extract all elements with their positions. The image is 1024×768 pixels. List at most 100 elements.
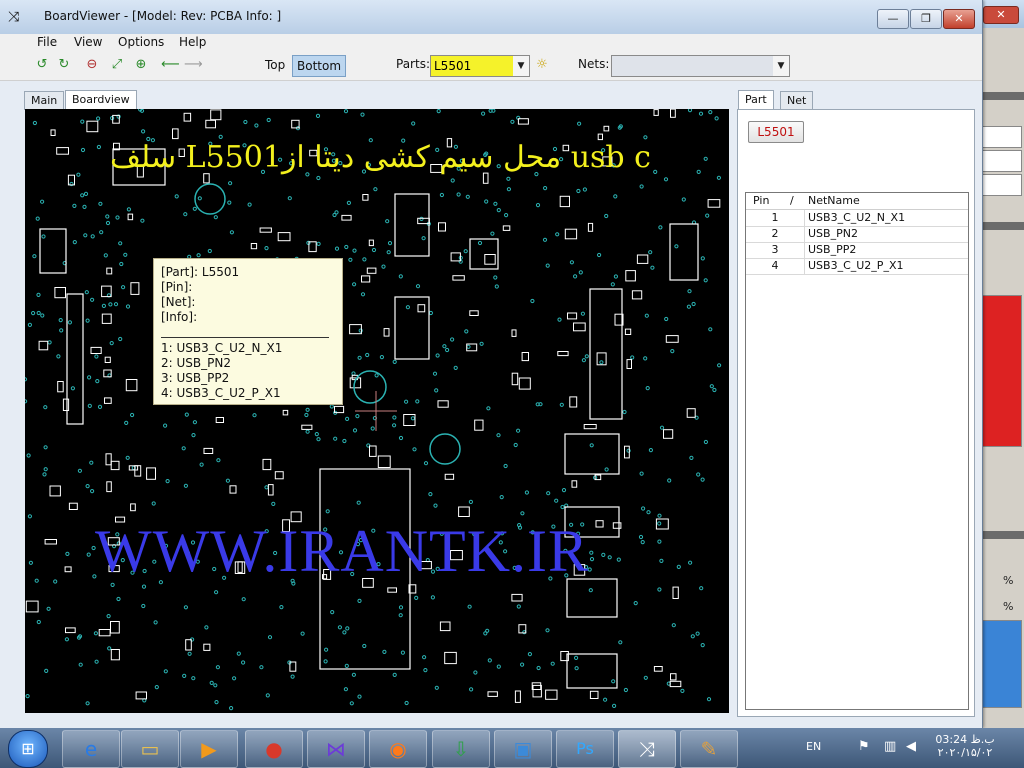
lightbulb-icon[interactable]: ☼ <box>534 57 550 73</box>
smd-component <box>104 397 112 404</box>
top-side-button[interactable]: Top <box>261 55 289 75</box>
tab-net[interactable]: Net <box>780 91 814 110</box>
panel-field[interactable] <box>979 126 1022 148</box>
smd-component <box>250 243 258 250</box>
via-pad <box>140 218 145 223</box>
via-pad <box>43 405 48 410</box>
via-pad <box>611 679 616 684</box>
via-pad <box>687 109 693 113</box>
maximize-button[interactable]: ❐ <box>910 9 942 29</box>
start-button[interactable]: ⊞ <box>8 730 48 768</box>
tab-boardview[interactable]: Boardview <box>65 90 137 110</box>
nets-combobox[interactable]: ▼ <box>611 55 790 77</box>
file-explorer-icon[interactable]: ▭ <box>121 730 179 768</box>
panel-field[interactable] <box>979 174 1022 196</box>
internet-explorer-icon[interactable]: e <box>62 730 120 768</box>
bottom-side-button[interactable]: Bottom <box>292 55 347 77</box>
flag-icon[interactable]: ⚑ <box>858 739 870 754</box>
media-player-icon[interactable]: ▶ <box>180 730 238 768</box>
table-row[interactable]: 3 USB_PP2 <box>746 242 968 259</box>
menu-file[interactable]: File <box>37 34 57 50</box>
paint-icon[interactable]: ✎ <box>680 730 738 768</box>
via-pad <box>96 144 102 150</box>
via-pad <box>516 428 521 433</box>
arrow-left-icon[interactable]: ⟵ <box>161 57 180 73</box>
smd-component <box>597 133 604 141</box>
boardviewer-task-icon[interactable]: ⤨ <box>618 730 676 768</box>
tab-part[interactable]: Part <box>738 90 774 110</box>
via-pad <box>192 420 197 425</box>
via-pad <box>415 399 420 404</box>
zoom-percent-2: % <box>1003 600 1014 613</box>
via-pad <box>503 463 508 469</box>
annotation-text: سلف L5501محل سیم کشی دیتا از usb c <box>110 140 651 175</box>
minimize-button[interactable]: — <box>877 9 909 29</box>
pcb-drawing[interactable] <box>25 109 729 713</box>
via-pad <box>357 355 362 360</box>
via-pad <box>576 188 581 194</box>
panel-field[interactable] <box>979 150 1022 172</box>
network-icon[interactable]: ▥ <box>884 739 896 754</box>
via-pad <box>95 379 100 384</box>
chevron-down-icon[interactable]: ▼ <box>513 56 529 76</box>
via-pad <box>87 403 92 408</box>
zoom-in-icon[interactable]: ⊕ <box>133 57 149 73</box>
menu-help[interactable]: Help <box>179 34 206 50</box>
via-pad <box>113 302 119 307</box>
close-button[interactable]: ✕ <box>943 9 975 29</box>
via-pad <box>530 298 535 304</box>
via-pad <box>467 604 472 609</box>
fit-screen-icon[interactable]: ⤢ <box>109 57 125 73</box>
via-pad <box>287 660 292 665</box>
via-pad <box>123 252 128 257</box>
via-pad <box>434 388 439 393</box>
table-row[interactable]: 2 USB_PN2 <box>746 226 968 243</box>
via-pad <box>581 358 587 363</box>
smd-component <box>267 484 274 496</box>
smd-component <box>183 112 192 122</box>
via-pad <box>370 426 375 431</box>
chevron-down-icon[interactable]: ▼ <box>773 56 789 76</box>
table-row[interactable]: 4 USB3_C_U2_P_X1 <box>746 258 968 275</box>
via-pad <box>493 275 498 280</box>
smd-component <box>50 129 56 136</box>
rotate-right-icon[interactable]: ↻ <box>56 57 72 73</box>
image-viewer-icon[interactable]: ▣ <box>494 730 552 768</box>
via-pad <box>362 257 367 262</box>
via-pad <box>72 240 77 245</box>
smd-component <box>707 199 721 208</box>
via-pad <box>139 109 145 113</box>
photoshop-icon[interactable]: Ps <box>556 730 614 768</box>
board-canvas[interactable] <box>25 109 729 713</box>
via-pad <box>192 206 197 211</box>
visual-studio-icon[interactable]: ⋈ <box>307 730 365 768</box>
menu-options[interactable]: Options <box>118 34 164 50</box>
clock[interactable]: 03:24 ب.ظ ۲۰۲۰/۱۵/۰۲ <box>935 733 995 759</box>
boardviewer-window: ⤨ BoardViewer - [Model: Rev: PCBA Info: … <box>0 0 983 728</box>
rotate-left-icon[interactable]: ↺ <box>34 57 50 73</box>
via-pad <box>516 604 521 609</box>
menu-view[interactable]: View <box>74 34 102 50</box>
tooltip-info: [Info]: <box>161 310 198 324</box>
parts-combobox[interactable]: L5501 ▼ <box>430 55 530 77</box>
part-name-button[interactable]: L5501 <box>748 121 804 143</box>
via-pad <box>266 117 271 123</box>
via-pad <box>434 685 439 690</box>
via-pad <box>337 625 342 630</box>
zoom-out-icon[interactable]: ⊖ <box>84 57 100 73</box>
smd-component <box>62 398 70 412</box>
via-pad <box>80 193 85 198</box>
volume-icon[interactable]: ◀ <box>906 739 916 754</box>
smd-component <box>362 194 369 201</box>
language-indicator[interactable]: EN <box>806 740 821 753</box>
chrome-icon[interactable]: ● <box>245 730 303 768</box>
download-manager-icon[interactable]: ⇩ <box>432 730 490 768</box>
background-window-close-button[interactable]: ✕ <box>983 6 1019 24</box>
clock-date: ۲۰۲۰/۱۵/۰۲ <box>937 746 993 759</box>
tab-main[interactable]: Main <box>24 91 65 110</box>
arrow-right-icon[interactable]: ⟶ <box>184 57 203 73</box>
firefox-icon[interactable]: ◉ <box>369 730 427 768</box>
table-row[interactable]: 1 USB3_C_U2_N_X1 <box>746 210 968 227</box>
via-pad <box>332 212 337 218</box>
part-tooltip: [Part]: L5501 [Pin]: [Net]: [Info]: 1: U… <box>153 258 343 405</box>
